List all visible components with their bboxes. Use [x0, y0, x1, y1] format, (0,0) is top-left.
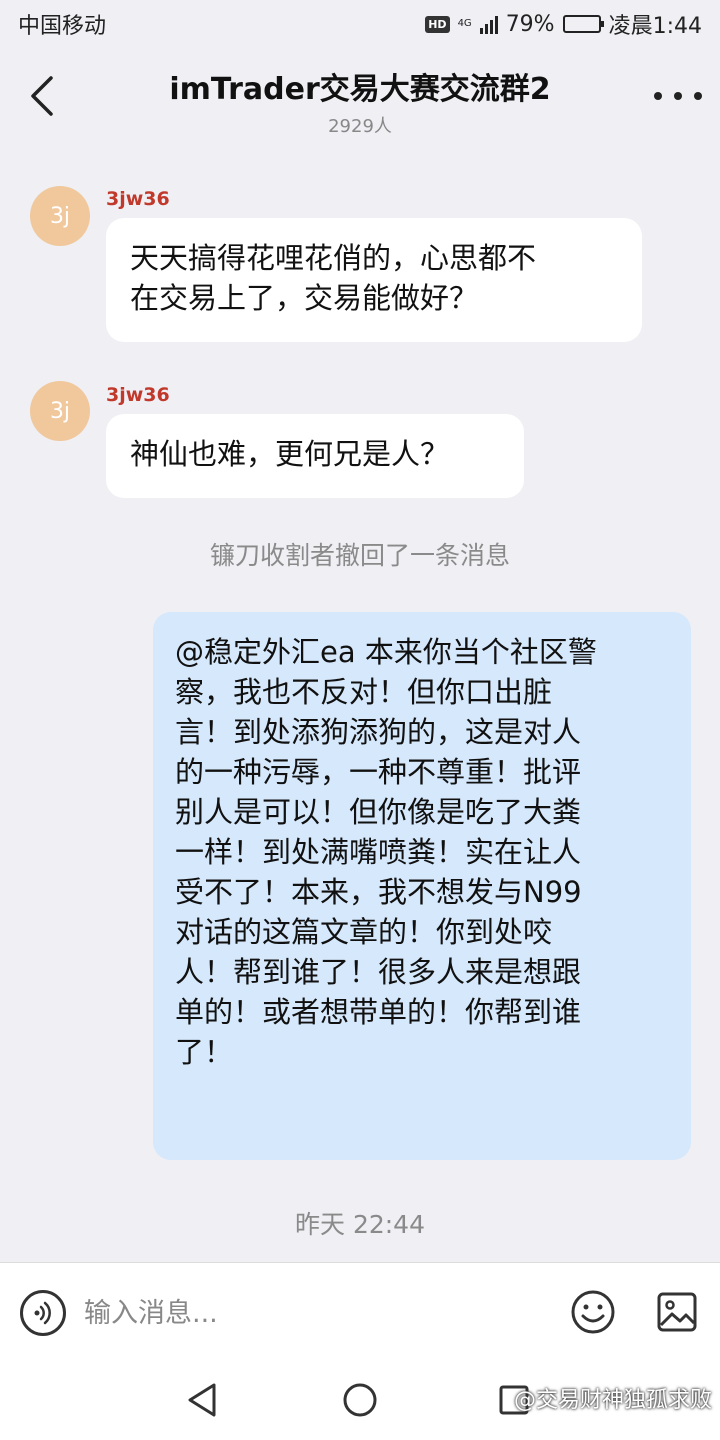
message-text-line: @稳定外汇ea 本来你当个社区警: [175, 635, 597, 669]
emoji-button[interactable]: [570, 1289, 616, 1335]
message-text-line: 了！: [175, 1035, 234, 1069]
more-dots-icon: [654, 92, 662, 100]
image-icon: [657, 1292, 697, 1332]
nav-home-button[interactable]: [342, 1382, 378, 1422]
message-text-line: 受不了！本来，我不想发与N99: [175, 875, 582, 909]
status-indicators: HD 4G 79% 凌晨1:44: [425, 8, 702, 40]
avatar[interactable]: 3j: [30, 381, 90, 441]
message-text-line: 言！到处添狗添狗的，这是对人: [175, 715, 582, 749]
recall-notice: 镰刀收割者撤回了一条消息: [209, 541, 510, 570]
message-text-line: 在交易上了，交易能做好？: [130, 281, 479, 315]
triangle-back-icon: [188, 1383, 216, 1417]
battery-percent: 79%: [505, 11, 555, 37]
message-text-line: 天天搞得花哩花俏的，心思都不: [130, 241, 537, 275]
message-input[interactable]: [84, 1287, 544, 1339]
avatar[interactable]: 3j: [30, 186, 90, 246]
signal-icon: [479, 14, 498, 34]
message-text-line: 的一种污辱，一种不尊重！批评: [175, 755, 582, 789]
message-bubble[interactable]: 神仙也难，更何兄是人？: [106, 414, 524, 498]
own-message-bubble[interactable]: @稳定外汇ea 本来你当个社区警 察，我也不反对！但你口出脏 言！到处添狗添狗的…: [153, 612, 691, 1160]
group-title: imTrader交易大赛交流群2: [169, 72, 551, 107]
status-bar: 中国移动 HD 4G 79% 凌晨1:44: [0, 0, 720, 48]
message-input-bar: [0, 1262, 720, 1360]
message-text-line: 神仙也难，更何兄是人？: [130, 437, 450, 471]
battery-icon: [562, 15, 604, 33]
hd-badge: HD: [425, 15, 450, 33]
system-nav-bar: @交易财神独孤求败: [0, 1360, 720, 1440]
more-options-button[interactable]: [654, 78, 702, 114]
message-timestamp: 昨天 22:44: [295, 1210, 425, 1239]
emoji-icon: [571, 1290, 615, 1334]
chat-header: imTrader交易大赛交流群2 2929人: [0, 48, 720, 148]
message-text-line: 别人是可以！但你像是吃了大粪: [175, 795, 582, 829]
image-button[interactable]: [656, 1291, 698, 1333]
network-type-label: 4G: [457, 18, 472, 29]
member-count: 2929人: [328, 116, 392, 137]
message-text-line: 人！帮到谁了！很多人来是想跟: [175, 955, 582, 989]
voice-button[interactable]: [20, 1290, 66, 1336]
message-text-line: 察，我也不反对！但你口出脏: [175, 675, 553, 709]
carrier-label: 中国移动: [18, 14, 107, 39]
sender-name[interactable]: 3jw36: [106, 384, 170, 406]
clock: 凌晨1:44: [608, 14, 702, 39]
circle-home-icon: [343, 1383, 377, 1417]
message-text-line: 一样！到处满嘴喷粪！实在让人: [175, 835, 582, 869]
nav-back-button[interactable]: [186, 1382, 218, 1422]
voice-icon: [34, 1301, 51, 1325]
sender-name[interactable]: 3jw36: [106, 188, 170, 210]
watermark-label: @交易财神独孤求败: [513, 1388, 712, 1413]
message-text-line: 对话的这篇文章的！你到处咬: [175, 915, 553, 949]
message-text-line: 单的！或者想带单的！你帮到谁: [175, 995, 582, 1029]
message-bubble[interactable]: 天天搞得花哩花俏的，心思都不 在交易上了，交易能做好？: [106, 218, 642, 342]
